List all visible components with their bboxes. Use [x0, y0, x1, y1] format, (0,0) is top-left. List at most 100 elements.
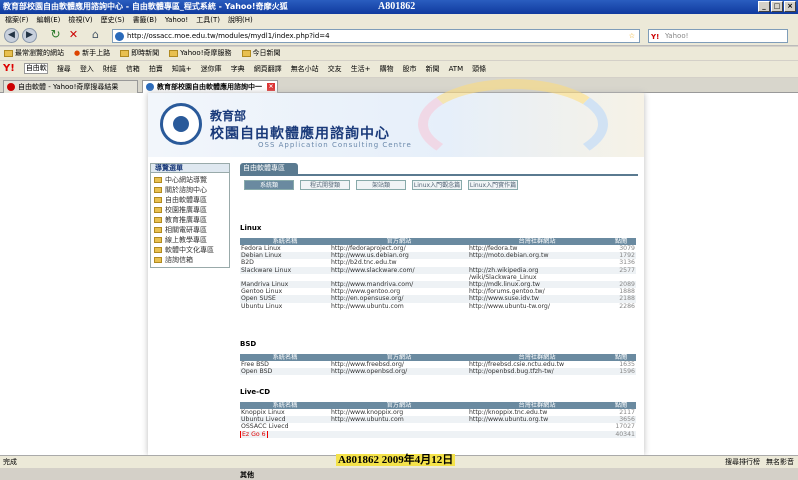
official-site-link[interactable]: http://www.openbsd.org/	[330, 368, 468, 376]
bookmark-today-news[interactable]: 今日新聞	[241, 47, 281, 60]
menu-help[interactable]: 說明(H)	[228, 14, 253, 26]
home-icon[interactable]: ⌂	[88, 28, 103, 43]
bookmark-news[interactable]: 即時新聞	[120, 47, 159, 60]
ytool-stocks[interactable]: 股市	[403, 61, 417, 77]
ytool-mini[interactable]: 迷你庫	[201, 61, 222, 77]
sidebar-item[interactable]: 關於諮詢中心	[154, 185, 226, 195]
sidebar-item[interactable]: 軟體中文化專區	[154, 245, 226, 255]
yahoo-logo-icon[interactable]: Y!	[3, 61, 15, 77]
ytool-life[interactable]: 生活+	[351, 61, 371, 77]
official-site-link[interactable]: http://www.us.debian.org	[330, 252, 468, 260]
official-site-link[interactable]: http://www.gentoo.org	[330, 288, 468, 295]
official-site-link[interactable]: http://en.opensuse.org/	[330, 295, 468, 303]
tab-system[interactable]: 系統類	[244, 180, 294, 190]
address-bar[interactable]: http://ossacc.moe.edu.tw/modules/mydl1/i…	[112, 29, 640, 43]
tw-community-link[interactable]: http://openbsd.bug.tfzh-tw/	[468, 368, 606, 376]
sidebar-item[interactable]: 相關電研專區	[154, 225, 226, 235]
yahoo-toolbar-input[interactable]: 自由軟	[23, 63, 48, 74]
menu-edit[interactable]: 編輯(E)	[37, 14, 61, 26]
menu-history[interactable]: 歷史(S)	[101, 14, 125, 26]
tw-community-link[interactable]: http://fedora.tw	[468, 245, 606, 252]
menu-bookmarks[interactable]: 書籤(B)	[133, 14, 157, 26]
sidebar-item[interactable]: 中心網站導覽	[154, 175, 226, 185]
folder-icon	[169, 50, 179, 57]
column-header: 台灣社群網站	[468, 402, 606, 409]
ytool-news[interactable]: 新聞	[426, 61, 440, 77]
tw-community-link[interactable]: http://knoppix.tnc.edu.tw	[468, 409, 606, 416]
ytool-wretch[interactable]: 無名小站	[291, 61, 319, 77]
tw-community-link[interactable]: /wiki/Slackware_Linux	[468, 274, 606, 281]
tw-community-link[interactable]: http://www.ubuntu.org.tw	[468, 416, 606, 424]
sidebar-item[interactable]: 教育推廣專區	[154, 215, 226, 225]
bookmark-label: 即時新聞	[131, 49, 160, 57]
tw-community-link[interactable]: http://moto.debian.org.tw	[468, 252, 606, 260]
sidebar-item[interactable]: 校園推廣專區	[154, 205, 226, 215]
tw-community-link[interactable]: http://www.suse.idv.tw	[468, 295, 606, 303]
address-text: http://ossacc.moe.edu.tw/modules/mydl1/i…	[127, 32, 330, 40]
ytool-auction[interactable]: 拍賣	[149, 61, 163, 77]
official-site-link[interactable]: http://www.knoppix.org	[330, 409, 468, 416]
forward-icon[interactable]: ▶	[22, 28, 37, 43]
page-viewport: 教育部 校園自由軟體應用諮詢中心 OSS Application Consult…	[0, 79, 798, 479]
ytool-atm[interactable]: ATM	[449, 61, 464, 77]
official-site-link[interactable]: http://www.freebsd.org/	[330, 361, 468, 368]
official-site-link[interactable]: http://www.slackware.com/	[330, 266, 468, 274]
tab-linux-practice[interactable]: Linux入門實作篇	[468, 180, 518, 190]
bookmark-yahoo-services[interactable]: Yahoo!奇摩服務	[169, 47, 232, 60]
ytool-login[interactable]: 登入	[80, 61, 94, 77]
tab-linux-concepts[interactable]: Linux入門觀念篇	[412, 180, 462, 190]
official-site-link[interactable]: http://www.ubuntu.com	[330, 303, 468, 310]
tab-dev[interactable]: 程式開發類	[300, 180, 350, 190]
software-table: 系統名稱 官方網站 台灣社群網站 點閱 Knoppix Linux http://www.…	[240, 402, 636, 438]
menu-view[interactable]: 檢視(V)	[68, 14, 92, 26]
tw-community-link[interactable]: http://zh.wikipedia.org	[468, 266, 606, 274]
table-row: Open BSD http://www.openbsd.org/http://op…	[240, 368, 636, 376]
official-site-link[interactable]: http://www.mandriva.com/	[330, 280, 468, 289]
sidebar-item[interactable]: 線上教學專區	[154, 235, 226, 245]
bookmark-most-visited[interactable]: 最常瀏覽的網站	[4, 47, 64, 60]
sidebar-item[interactable]: 自由軟體專區	[154, 195, 226, 205]
bookmark-star-icon[interactable]: ☆	[629, 30, 635, 42]
maximize-button[interactable]: □	[771, 1, 783, 12]
ytool-search[interactable]: 搜尋	[57, 61, 71, 77]
status-right: 搜尋排行榜 無名影音	[725, 456, 794, 468]
tw-community-link[interactable]: http://freebsd.csie.nctu.edu.tw	[468, 361, 606, 368]
status-bar: 完成 A801862 2009年4月12日 搜尋排行榜 無名影音	[0, 454, 798, 468]
back-icon[interactable]: ◀	[4, 28, 19, 43]
reload-icon[interactable]: ↻	[48, 28, 63, 43]
menu-tools[interactable]: 工具(T)	[196, 14, 220, 26]
tw-community-link[interactable]: http://www.ubuntu-tw.org/	[468, 303, 606, 310]
ytool-mail[interactable]: 信箱	[126, 61, 140, 77]
official-site-link[interactable]: http://b2d.tnc.edu.tw	[330, 259, 468, 266]
close-tab-icon[interactable]: ×	[267, 83, 275, 91]
menu-yahoo[interactable]: Yahoo!	[165, 14, 188, 26]
ytool-finance[interactable]: 財經	[103, 61, 117, 77]
search-input[interactable]: Y! Yahoo!	[648, 29, 788, 43]
ytool-knowledge[interactable]: 知識+	[172, 61, 192, 77]
window-buttons: _ □ ×	[758, 1, 796, 12]
tab-ossacc[interactable]: 教育部校園自由軟體應用諮詢中一 ×	[142, 80, 278, 93]
ytool-dict[interactable]: 字典	[231, 61, 245, 77]
bookmark-getting-started[interactable]: ● 新手上路	[74, 47, 110, 60]
status-wretch-video[interactable]: 無名影音	[766, 456, 794, 468]
status-search-rank[interactable]: 搜尋排行榜	[725, 456, 760, 468]
column-header: 台灣社群網站	[468, 354, 606, 361]
tw-community-link[interactable]: http://forums.gentoo.tw/	[468, 288, 606, 295]
ytool-shopping[interactable]: 購物	[380, 61, 394, 77]
official-site-link[interactable]: http://www.ubuntu.com	[330, 416, 468, 424]
official-site-link[interactable]: http://fedoraproject.org/	[330, 245, 468, 252]
system-name: Slackware Linux	[240, 266, 330, 274]
stop-icon[interactable]: ✕	[66, 28, 81, 43]
ytool-translate[interactable]: 網頁翻譯	[254, 61, 282, 77]
sidebar-item[interactable]: 諮詢信箱	[154, 255, 226, 265]
yahoo-search-icon: Y!	[651, 33, 660, 41]
tw-community-link[interactable]: http://mdk.linux.org.tw	[468, 280, 606, 289]
minimize-button[interactable]: _	[758, 1, 770, 12]
tab-server[interactable]: 架站類	[356, 180, 406, 190]
close-button[interactable]: ×	[784, 1, 796, 12]
menu-file[interactable]: 檔案(F)	[5, 14, 29, 26]
ytool-dating[interactable]: 交友	[328, 61, 342, 77]
folder-icon	[154, 227, 162, 233]
tab-yahoo-search[interactable]: 自由軟體 - Yahoo!奇摩搜尋結果	[3, 80, 138, 93]
ytool-headlines[interactable]: 頭條	[472, 61, 486, 77]
